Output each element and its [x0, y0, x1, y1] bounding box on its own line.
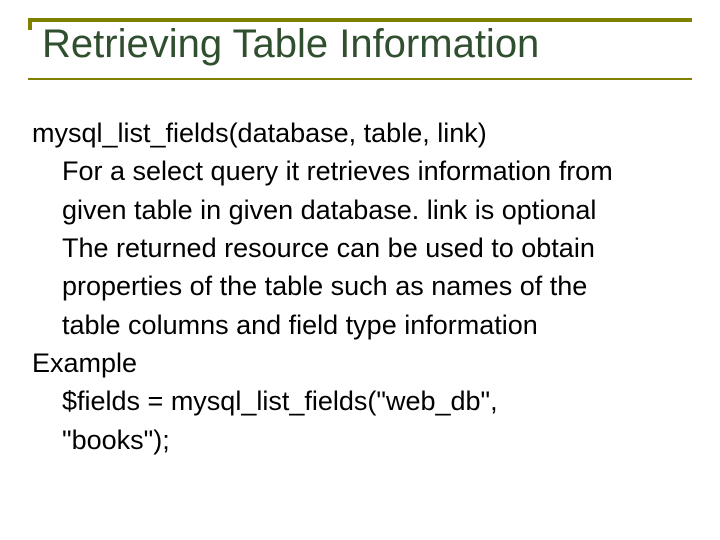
example-label: Example	[32, 344, 692, 382]
slide-body: mysql_list_fields(database, table, link)…	[28, 114, 692, 459]
description-line: given table in given database. link is o…	[32, 191, 692, 229]
description-line: table columns and field type information	[32, 306, 692, 344]
slide: Retrieving Table Information mysql_list_…	[0, 0, 720, 540]
function-signature: mysql_list_fields(database, table, link)	[32, 114, 692, 152]
description-line: For a select query it retrieves informat…	[32, 152, 692, 190]
title-container: Retrieving Table Information	[28, 18, 692, 80]
slide-title: Retrieving Table Information	[42, 22, 692, 66]
example-code-line: "books");	[32, 421, 692, 459]
example-code-line: $fields = mysql_list_fields("web_db",	[32, 382, 692, 420]
description-line: properties of the table such as names of…	[32, 267, 692, 305]
description-line: The returned resource can be used to obt…	[32, 229, 692, 267]
